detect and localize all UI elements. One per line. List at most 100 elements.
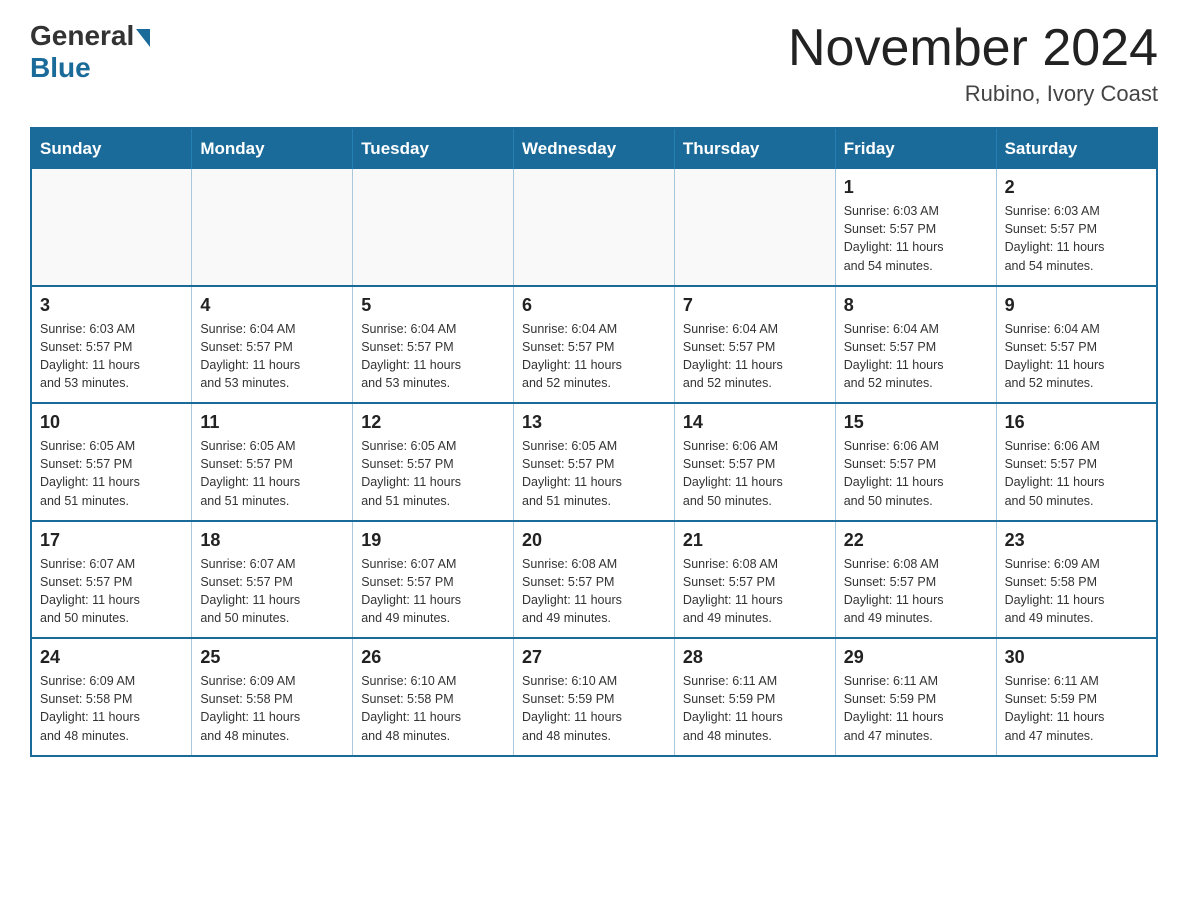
day-number: 15 <box>844 412 988 433</box>
day-sun-info: Sunrise: 6:06 AM Sunset: 5:57 PM Dayligh… <box>844 437 988 510</box>
day-number: 26 <box>361 647 505 668</box>
calendar-week-row: 3 Sunrise: 6:03 AM Sunset: 5:57 PM Daylig… <box>31 286 1157 404</box>
calendar-week-row: 1 Sunrise: 6:03 AM Sunset: 5:57 PM Daylig… <box>31 169 1157 286</box>
day-sun-info: Sunrise: 6:07 AM Sunset: 5:57 PM Dayligh… <box>361 555 505 628</box>
day-sun-info: Sunrise: 6:05 AM Sunset: 5:57 PM Dayligh… <box>200 437 344 510</box>
day-number: 8 <box>844 295 988 316</box>
calendar-cell: 23 Sunrise: 6:09 AM Sunset: 5:58 PM Dayli… <box>996 521 1157 639</box>
calendar-cell: 9 Sunrise: 6:04 AM Sunset: 5:57 PM Daylig… <box>996 286 1157 404</box>
month-year-title: November 2024 <box>788 20 1158 77</box>
calendar-cell <box>353 169 514 286</box>
day-sun-info: Sunrise: 6:03 AM Sunset: 5:57 PM Dayligh… <box>1005 202 1148 275</box>
calendar-week-row: 24 Sunrise: 6:09 AM Sunset: 5:58 PM Dayli… <box>31 638 1157 756</box>
calendar-cell: 6 Sunrise: 6:04 AM Sunset: 5:57 PM Daylig… <box>514 286 675 404</box>
day-sun-info: Sunrise: 6:04 AM Sunset: 5:57 PM Dayligh… <box>683 320 827 393</box>
page-header: General Blue November 2024 Rubino, Ivory… <box>30 20 1158 107</box>
calendar-cell: 28Sunrise: 6:11 AM Sunset: 5:59 PM Dayli… <box>674 638 835 756</box>
calendar-cell: 12 Sunrise: 6:05 AM Sunset: 5:57 PM Dayli… <box>353 403 514 521</box>
day-number: 17 <box>40 530 183 551</box>
day-sun-info: Sunrise: 6:03 AM Sunset: 5:57 PM Dayligh… <box>844 202 988 275</box>
calendar-cell <box>31 169 192 286</box>
day-number: 19 <box>361 530 505 551</box>
calendar-cell: 14 Sunrise: 6:06 AM Sunset: 5:57 PM Dayli… <box>674 403 835 521</box>
calendar-cell: 21Sunrise: 6:08 AM Sunset: 5:57 PM Dayli… <box>674 521 835 639</box>
calendar-cell: 19 Sunrise: 6:07 AM Sunset: 5:57 PM Dayli… <box>353 521 514 639</box>
day-number: 18 <box>200 530 344 551</box>
day-sun-info: Sunrise: 6:06 AM Sunset: 5:57 PM Dayligh… <box>683 437 827 510</box>
calendar-cell: 2 Sunrise: 6:03 AM Sunset: 5:57 PM Daylig… <box>996 169 1157 286</box>
day-sun-info: Sunrise: 6:11 AM Sunset: 5:59 PM Dayligh… <box>1005 672 1148 745</box>
calendar-table: SundayMondayTuesdayWednesdayThursdayFrid… <box>30 127 1158 757</box>
calendar-cell: 20Sunrise: 6:08 AM Sunset: 5:57 PM Dayli… <box>514 521 675 639</box>
calendar-cell: 27 Sunrise: 6:10 AM Sunset: 5:59 PM Dayli… <box>514 638 675 756</box>
day-number: 5 <box>361 295 505 316</box>
logo-general-text: General <box>30 20 134 52</box>
calendar-cell: 22 Sunrise: 6:08 AM Sunset: 5:57 PM Dayli… <box>835 521 996 639</box>
day-sun-info: Sunrise: 6:04 AM Sunset: 5:57 PM Dayligh… <box>200 320 344 393</box>
day-sun-info: Sunrise: 6:06 AM Sunset: 5:57 PM Dayligh… <box>1005 437 1148 510</box>
day-number: 30 <box>1005 647 1148 668</box>
day-number: 11 <box>200 412 344 433</box>
calendar-cell: 4 Sunrise: 6:04 AM Sunset: 5:57 PM Daylig… <box>192 286 353 404</box>
weekday-header-wednesday: Wednesday <box>514 128 675 169</box>
day-sun-info: Sunrise: 6:04 AM Sunset: 5:57 PM Dayligh… <box>361 320 505 393</box>
calendar-cell: 10Sunrise: 6:05 AM Sunset: 5:57 PM Dayli… <box>31 403 192 521</box>
calendar-cell: 7Sunrise: 6:04 AM Sunset: 5:57 PM Daylig… <box>674 286 835 404</box>
day-number: 2 <box>1005 177 1148 198</box>
title-block: November 2024 Rubino, Ivory Coast <box>788 20 1158 107</box>
calendar-cell: 3 Sunrise: 6:03 AM Sunset: 5:57 PM Daylig… <box>31 286 192 404</box>
day-number: 23 <box>1005 530 1148 551</box>
logo-blue-text: Blue <box>30 52 91 84</box>
day-sun-info: Sunrise: 6:09 AM Sunset: 5:58 PM Dayligh… <box>200 672 344 745</box>
logo-arrow-icon <box>136 29 150 47</box>
day-number: 24 <box>40 647 183 668</box>
calendar-cell: 1 Sunrise: 6:03 AM Sunset: 5:57 PM Daylig… <box>835 169 996 286</box>
day-sun-info: Sunrise: 6:03 AM Sunset: 5:57 PM Dayligh… <box>40 320 183 393</box>
calendar-cell: 26 Sunrise: 6:10 AM Sunset: 5:58 PM Dayli… <box>353 638 514 756</box>
day-sun-info: Sunrise: 6:08 AM Sunset: 5:57 PM Dayligh… <box>522 555 666 628</box>
day-number: 1 <box>844 177 988 198</box>
day-number: 27 <box>522 647 666 668</box>
day-number: 13 <box>522 412 666 433</box>
calendar-cell: 17 Sunrise: 6:07 AM Sunset: 5:57 PM Dayli… <box>31 521 192 639</box>
weekday-header-friday: Friday <box>835 128 996 169</box>
day-sun-info: Sunrise: 6:04 AM Sunset: 5:57 PM Dayligh… <box>1005 320 1148 393</box>
day-sun-info: Sunrise: 6:09 AM Sunset: 5:58 PM Dayligh… <box>1005 555 1148 628</box>
day-sun-info: Sunrise: 6:09 AM Sunset: 5:58 PM Dayligh… <box>40 672 183 745</box>
day-number: 22 <box>844 530 988 551</box>
day-number: 4 <box>200 295 344 316</box>
day-sun-info: Sunrise: 6:10 AM Sunset: 5:59 PM Dayligh… <box>522 672 666 745</box>
day-number: 12 <box>361 412 505 433</box>
day-number: 14 <box>683 412 827 433</box>
weekday-header-row: SundayMondayTuesdayWednesdayThursdayFrid… <box>31 128 1157 169</box>
calendar-cell: 16 Sunrise: 6:06 AM Sunset: 5:57 PM Dayli… <box>996 403 1157 521</box>
calendar-cell <box>192 169 353 286</box>
calendar-week-row: 10Sunrise: 6:05 AM Sunset: 5:57 PM Dayli… <box>31 403 1157 521</box>
day-sun-info: Sunrise: 6:04 AM Sunset: 5:57 PM Dayligh… <box>844 320 988 393</box>
calendar-cell: 15 Sunrise: 6:06 AM Sunset: 5:57 PM Dayli… <box>835 403 996 521</box>
calendar-cell: 30 Sunrise: 6:11 AM Sunset: 5:59 PM Dayli… <box>996 638 1157 756</box>
day-number: 29 <box>844 647 988 668</box>
day-sun-info: Sunrise: 6:05 AM Sunset: 5:57 PM Dayligh… <box>361 437 505 510</box>
day-sun-info: Sunrise: 6:04 AM Sunset: 5:57 PM Dayligh… <box>522 320 666 393</box>
day-sun-info: Sunrise: 6:11 AM Sunset: 5:59 PM Dayligh… <box>683 672 827 745</box>
day-number: 9 <box>1005 295 1148 316</box>
day-number: 25 <box>200 647 344 668</box>
day-sun-info: Sunrise: 6:07 AM Sunset: 5:57 PM Dayligh… <box>40 555 183 628</box>
weekday-header-thursday: Thursday <box>674 128 835 169</box>
calendar-cell: 13Sunrise: 6:05 AM Sunset: 5:57 PM Dayli… <box>514 403 675 521</box>
weekday-header-saturday: Saturday <box>996 128 1157 169</box>
calendar-cell: 29 Sunrise: 6:11 AM Sunset: 5:59 PM Dayli… <box>835 638 996 756</box>
calendar-cell: 8 Sunrise: 6:04 AM Sunset: 5:57 PM Daylig… <box>835 286 996 404</box>
day-sun-info: Sunrise: 6:10 AM Sunset: 5:58 PM Dayligh… <box>361 672 505 745</box>
calendar-week-row: 17 Sunrise: 6:07 AM Sunset: 5:57 PM Dayli… <box>31 521 1157 639</box>
calendar-cell: 5 Sunrise: 6:04 AM Sunset: 5:57 PM Daylig… <box>353 286 514 404</box>
day-sun-info: Sunrise: 6:08 AM Sunset: 5:57 PM Dayligh… <box>844 555 988 628</box>
day-sun-info: Sunrise: 6:11 AM Sunset: 5:59 PM Dayligh… <box>844 672 988 745</box>
day-number: 6 <box>522 295 666 316</box>
day-sun-info: Sunrise: 6:07 AM Sunset: 5:57 PM Dayligh… <box>200 555 344 628</box>
day-number: 16 <box>1005 412 1148 433</box>
day-number: 3 <box>40 295 183 316</box>
day-sun-info: Sunrise: 6:08 AM Sunset: 5:57 PM Dayligh… <box>683 555 827 628</box>
calendar-cell <box>674 169 835 286</box>
